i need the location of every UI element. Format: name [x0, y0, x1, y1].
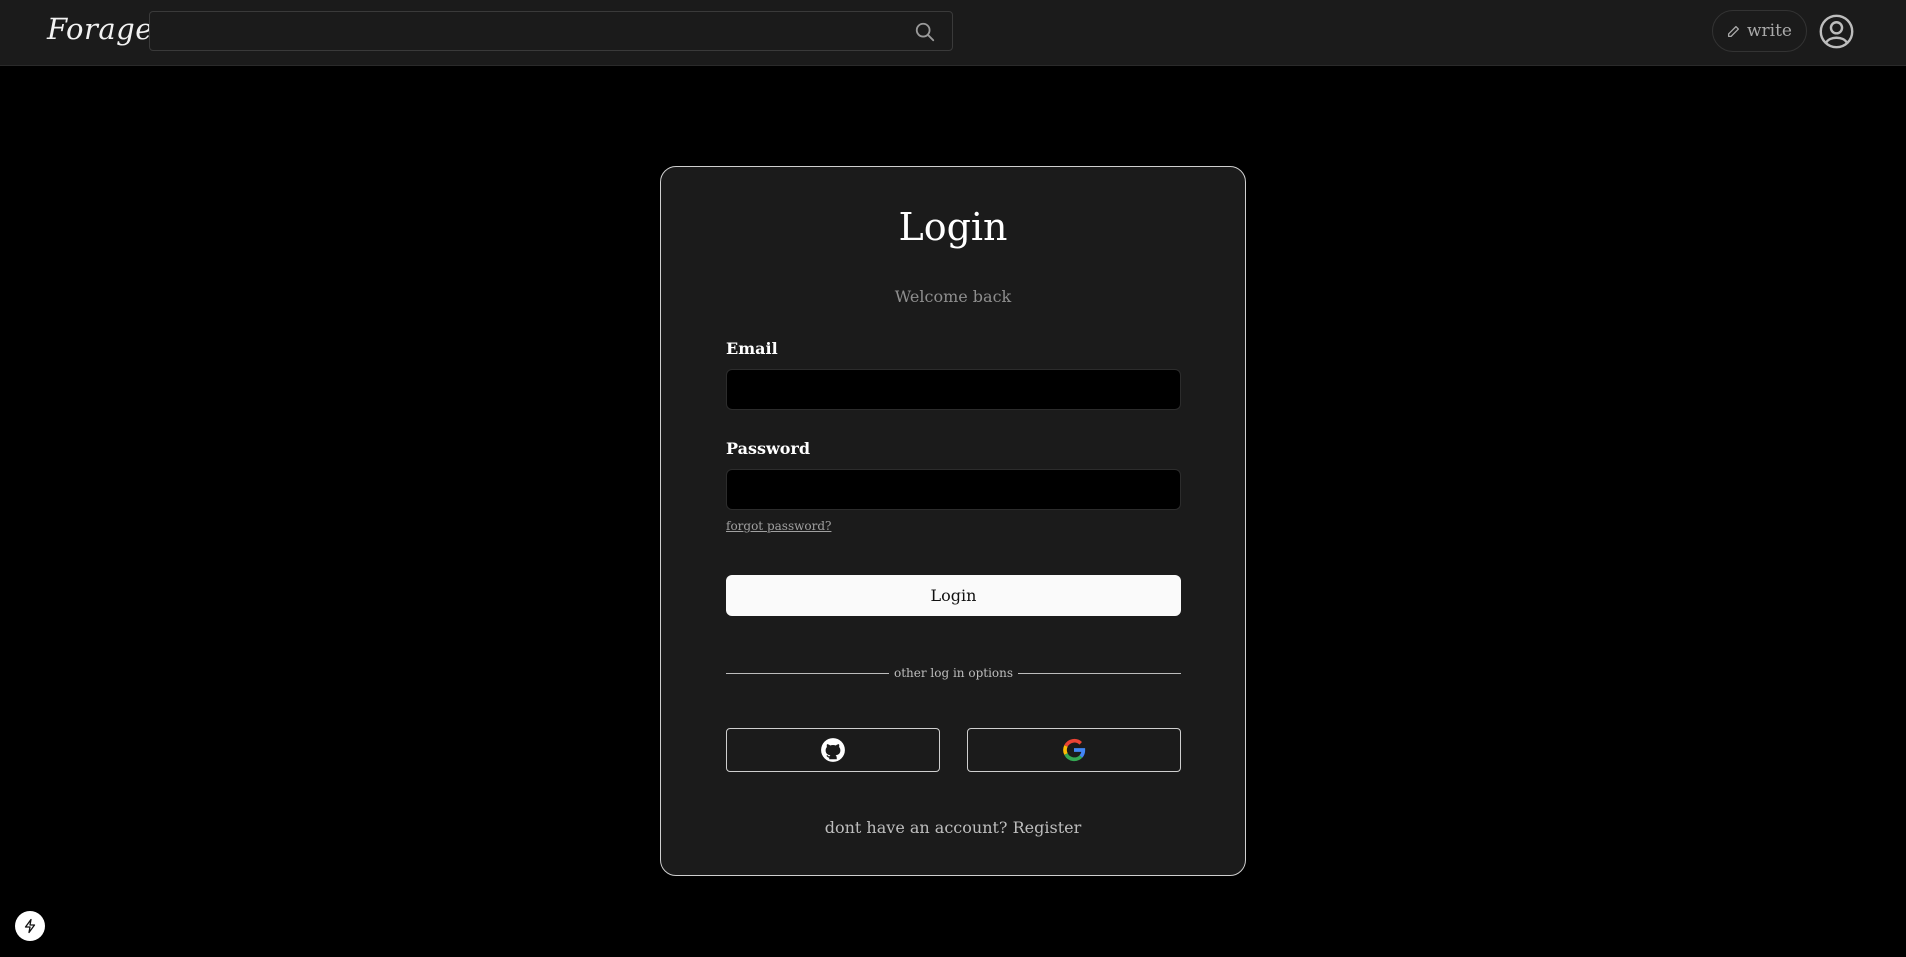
password-field[interactable]: [726, 469, 1181, 510]
register-prompt: dont have an account? Register: [661, 818, 1245, 837]
search-bar: [149, 11, 953, 51]
search-icon[interactable]: [914, 21, 936, 43]
write-button-label: write: [1746, 21, 1792, 41]
google-login-button[interactable]: [967, 728, 1181, 772]
password-label: Password: [726, 439, 811, 458]
lightning-icon: [24, 918, 36, 934]
divider: other log in options: [726, 663, 1182, 683]
divider-line-left: [726, 672, 889, 674]
welcome-subtitle: Welcome back: [894, 287, 1012, 306]
write-button[interactable]: write: [1712, 10, 1807, 52]
search-input[interactable]: [150, 12, 952, 50]
email-label: Email: [726, 339, 778, 358]
email-field[interactable]: [726, 369, 1181, 410]
divider-text: other log in options: [893, 666, 1014, 680]
register-link[interactable]: Register: [1013, 818, 1082, 837]
github-icon: [821, 738, 845, 762]
register-question: dont have an account?: [824, 818, 1008, 837]
divider-line-right: [1018, 672, 1182, 674]
login-button[interactable]: Login: [726, 575, 1181, 616]
login-card: Login Welcome back Email Password forgot…: [660, 166, 1246, 876]
page-title: Login: [898, 205, 1008, 249]
github-login-button[interactable]: [726, 728, 940, 772]
google-icon: [1063, 738, 1086, 762]
pencil-icon: [1727, 25, 1740, 37]
forgot-password-link[interactable]: forgot password?: [726, 519, 831, 533]
user-circle-icon[interactable]: [1818, 13, 1855, 50]
dev-tools-badge[interactable]: [15, 911, 45, 941]
logo[interactable]: Forage: [47, 12, 153, 46]
top-nav-bar: Forage write: [0, 0, 1906, 66]
